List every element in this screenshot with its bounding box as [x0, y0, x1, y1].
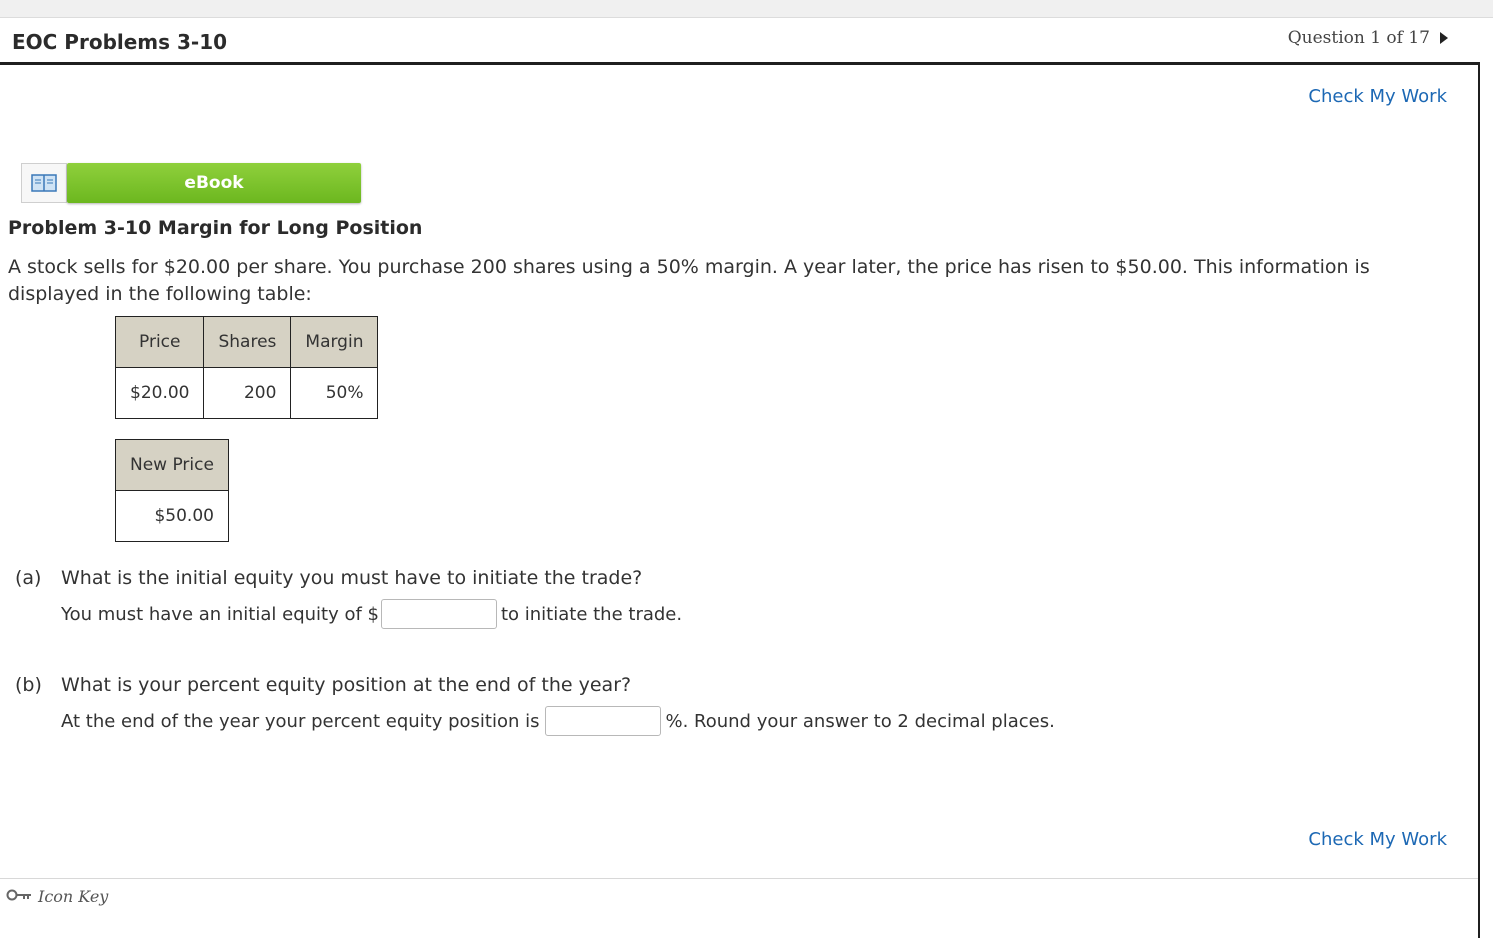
percent-equity-input[interactable] — [545, 706, 662, 736]
problem-title: Problem 3-10 Margin for Long Position — [8, 217, 423, 239]
initial-equity-input[interactable] — [380, 599, 497, 629]
question-navigator[interactable]: Question 1 of 17 — [1288, 28, 1448, 48]
footer-divider — [0, 878, 1478, 879]
table-cell-shares: 200 — [203, 367, 292, 419]
assignment-title: EOC Problems 3-10 — [12, 30, 228, 54]
part-a-question: What is the initial equity you must have… — [61, 567, 643, 589]
top-bar — [0, 0, 1493, 18]
data-table-initial: Price Shares Margin $20.00 200 50% — [114, 316, 379, 419]
check-my-work-link-top[interactable]: Check My Work — [1308, 86, 1447, 107]
part-b-prefix: At the end of the year your percent equi… — [61, 710, 540, 732]
ebook-icon[interactable] — [21, 163, 67, 203]
table-cell-new-price: $50.00 — [115, 490, 229, 542]
table-header-shares: Shares — [203, 316, 292, 368]
part-b-suffix: %. Round your answer to 2 decimal places… — [665, 710, 1055, 732]
content-border — [1478, 62, 1480, 938]
check-my-work-link-bottom[interactable]: Check My Work — [1308, 829, 1447, 850]
table-cell-margin: 50% — [290, 367, 379, 419]
part-b-label: (b) — [15, 674, 42, 696]
header: EOC Problems 3-10 Question 1 of 17 — [0, 18, 1480, 65]
table-header-margin: Margin — [290, 316, 379, 368]
table-header-new-price: New Price — [115, 439, 229, 491]
icon-key-link[interactable]: Icon Key — [6, 887, 108, 906]
ebook-widget[interactable]: eBook — [21, 163, 361, 203]
part-a-prefix: You must have an initial equity of $ — [61, 603, 379, 625]
next-question-arrow-icon[interactable] — [1440, 32, 1448, 44]
part-a-suffix: to initiate the trade. — [500, 603, 683, 625]
data-table-new-price: New Price $50.00 — [115, 439, 229, 542]
icon-key-label: Icon Key — [38, 887, 109, 906]
question-counter: Question 1 of 17 — [1287, 28, 1430, 48]
part-a-label: (a) — [15, 567, 42, 589]
part-b-answer-row: At the end of the year your percent equi… — [61, 706, 1055, 736]
table-header-price: Price — [114, 316, 205, 368]
table-cell-price: $20.00 — [114, 367, 205, 419]
part-b-question: What is your percent equity position at … — [61, 674, 632, 696]
ebook-button[interactable]: eBook — [67, 163, 361, 203]
problem-text: A stock sells for $20.00 per share. You … — [8, 256, 1370, 305]
key-icon — [6, 887, 32, 906]
part-a-answer-row: You must have an initial equity of $ to … — [61, 599, 682, 629]
